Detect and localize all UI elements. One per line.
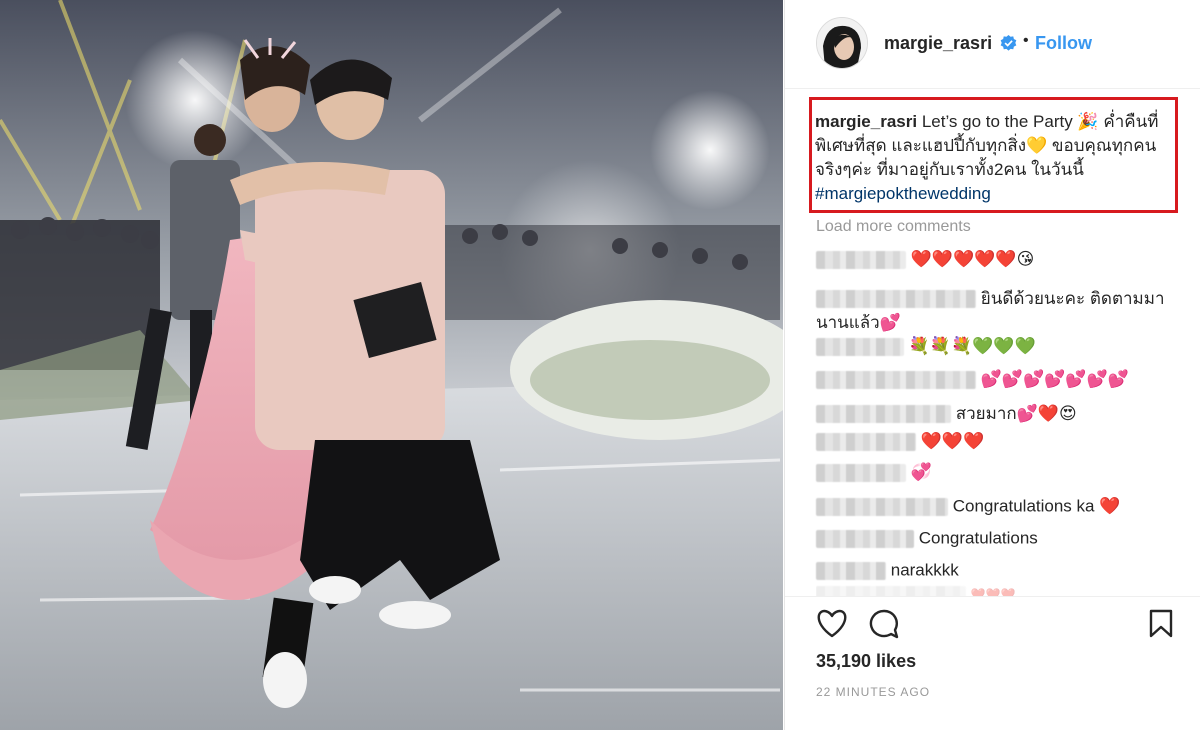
comment-row: ❤️❤️❤️❤️❤️😘 [816,249,1034,270]
verified-badge-icon [1000,35,1017,51]
caption-hashtag[interactable]: #margiepokthewedding [815,184,991,203]
comment-row: 💐💐💐💚💚💚 [816,336,1036,357]
comment-row: 💕💕💕💕💕💕💕 [816,369,1129,390]
comment-row: narakkkk [816,560,959,581]
post-username[interactable]: margie_rasri [884,33,992,54]
follow-button[interactable]: Follow [1035,33,1092,54]
comment-row: ยินดีด้วยนะคะ ติดตามมา [816,285,1165,312]
comment-text: 💕💕💕💕💕💕💕 [980,369,1129,389]
post-photo[interactable] [0,0,783,730]
comment-row: 💞 [816,462,932,483]
blurred-username [816,463,906,482]
blurred-username [816,250,906,269]
blurred-username [816,529,914,548]
comment-row: ❤️❤️❤️ [816,431,984,452]
comment-text: ❤️❤️❤️ [970,587,1016,596]
comment-row: Congratulations [816,528,1038,549]
comment-text: Congratulations [918,528,1038,548]
comment-row: นานแล้ว💕 [816,309,901,336]
comment-text: 💞 [910,462,932,482]
post-photo-scene [0,0,783,730]
post-header: margie_rasri • Follow [785,0,1200,89]
blurred-username [816,404,951,423]
blurred-username [816,497,948,516]
post-caption: margie_rasri Let’s go to the Party 🎉 ค่ำ… [815,110,1180,206]
comment-text: ❤️❤️❤️❤️❤️😘 [910,249,1035,269]
comment-text: 💐💐💐💚💚💚 [908,336,1036,356]
load-more-comments[interactable]: Load more comments [816,218,971,236]
blurred-username [816,337,904,356]
post-panel: margie_rasri • Follow margie_rasri Let’s… [784,0,1200,730]
post-actions [785,596,1200,657]
blurred-username [816,370,976,389]
heart-icon[interactable] [816,609,848,639]
comment-text: สวยมาก💕❤️😍 [955,404,1077,423]
blurred-username [816,561,886,580]
comment-row: Congratulations ka ❤️ [816,496,1120,517]
comment-text: นานแล้ว💕 [816,313,901,332]
bookmark-icon[interactable] [1149,609,1173,639]
comment-row: สวยมาก💕❤️😍 [816,400,1077,427]
avatar-image [817,18,867,68]
caption-username[interactable]: margie_rasri [815,112,917,131]
blurred-username [816,585,966,596]
blurred-username [816,432,916,451]
comment-text: narakkkk [890,560,959,580]
header-separator: • [1023,32,1029,49]
comment-row: ❤️❤️❤️ [816,584,1016,596]
comment-text: Congratulations ka ❤️ [952,496,1121,516]
blurred-username [816,289,976,308]
comment-icon[interactable] [869,609,899,639]
comment-text: ❤️❤️❤️ [920,431,985,451]
post-timestamp: 22 MINUTES AGO [816,685,931,699]
comment-text: ยินดีด้วยนะคะ ติดตามมา [980,289,1165,308]
likes-count[interactable]: 35,190 likes [816,651,916,672]
avatar[interactable] [816,17,868,69]
